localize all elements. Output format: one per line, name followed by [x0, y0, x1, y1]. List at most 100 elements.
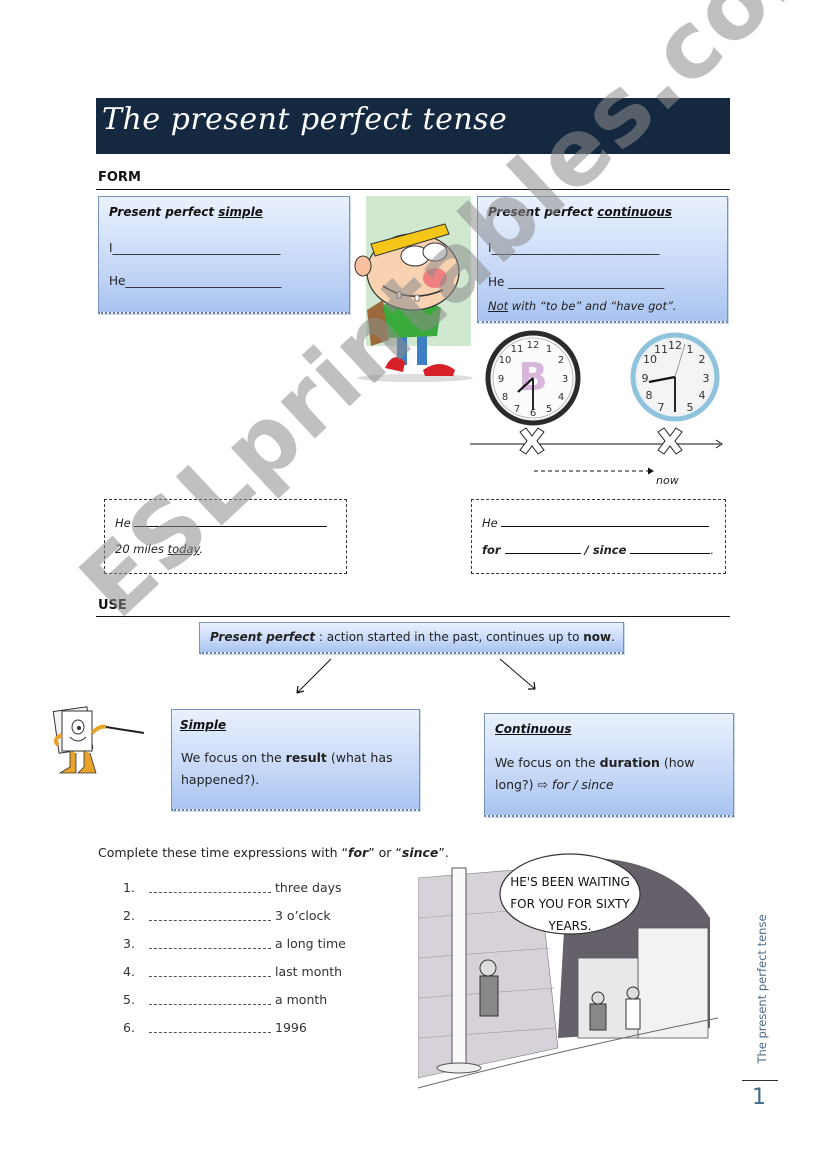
simple-example-box: He 20 miles today.	[104, 499, 347, 574]
continuous-form-title: Present perfect continuous	[488, 205, 672, 219]
note-rest: with “to be” and “have got”.	[508, 299, 677, 313]
footer-rule	[742, 1080, 778, 1081]
blank[interactable]	[501, 515, 710, 527]
use-main-emph: now	[583, 630, 612, 644]
cartoon-caption-line: YEARS.	[548, 919, 592, 933]
timeline-diagram: now	[470, 427, 723, 487]
use-main-box: Present perfect : action started in the …	[199, 622, 624, 654]
body-emph: result	[285, 750, 327, 765]
answer-blank[interactable]	[149, 909, 271, 921]
use-continuous-box: Continuous We focus on the duration (how…	[484, 713, 734, 817]
simple-form-title: Present perfect simple	[109, 205, 263, 219]
use-main-title: Present perfect	[210, 630, 316, 644]
simple-example-line2: 20 miles today.	[115, 542, 203, 556]
teacher-mascot-illustration	[52, 706, 145, 774]
simple-form-line-he[interactable]: He__________________________	[109, 274, 281, 288]
exercise-item: 5. a month	[123, 985, 403, 1013]
instruction-for: for	[348, 845, 369, 860]
for-blank[interactable]	[504, 542, 581, 554]
svg-text:2: 2	[558, 355, 564, 366]
arrow-to-simple	[296, 658, 332, 694]
running-title: The present perfect tense	[752, 912, 772, 1072]
note-emph: Not	[488, 299, 509, 313]
continuous-example-line1[interactable]: He	[482, 515, 710, 530]
answer-blank[interactable]	[149, 965, 271, 977]
answer-blank[interactable]	[149, 1021, 271, 1033]
simple-form-line-i[interactable]: I____________________________	[109, 241, 281, 255]
item-number: 4.	[123, 963, 135, 979]
line-label: He	[482, 516, 498, 530]
item-text: 3 o’clock	[275, 907, 331, 923]
since-label: / since	[584, 543, 627, 557]
svg-text:12: 12	[668, 339, 682, 352]
svg-text:3: 3	[562, 374, 568, 385]
svg-text:2: 2	[699, 353, 706, 366]
use-continuous-title: Continuous	[495, 722, 571, 736]
exercise-list: 1. three days 2. 3 o’clock 3. a long time 4…	[123, 873, 403, 1041]
svg-text:11: 11	[654, 343, 668, 356]
body-text: We focus on the	[181, 750, 286, 765]
item-text: a long time	[275, 935, 346, 951]
simple-form-title-emph: simple	[218, 205, 263, 219]
use-main-desc: : action started in the past, continues …	[315, 630, 584, 644]
svg-text:5: 5	[687, 401, 694, 414]
body-text: We focus on the	[495, 755, 600, 770]
use-simple-box: Simple We focus on the result (what has …	[171, 709, 420, 811]
since-blank[interactable]	[630, 542, 711, 554]
use-simple-body: We focus on the result (what has happene…	[181, 747, 406, 791]
continuous-form-title-prefix: Present perfect	[488, 205, 598, 219]
for-label: for	[482, 543, 501, 557]
answer-blank[interactable]	[149, 993, 271, 1005]
use-simple-title: Simple	[180, 718, 226, 732]
svg-text:1: 1	[687, 343, 694, 356]
body-italic: for / since	[551, 777, 614, 792]
use-continuous-title-text: Continuous	[495, 722, 572, 736]
cartoon-caption-line: FOR YOU FOR SIXTY	[510, 897, 630, 911]
item-text: three days	[275, 879, 342, 895]
continuous-form-line-he[interactable]: He __________________________	[488, 275, 664, 289]
svg-text:12: 12	[527, 340, 540, 351]
svg-text:11: 11	[511, 344, 524, 355]
cartoon-caption-line: HE'S BEEN WAITING	[510, 875, 630, 889]
svg-text:9: 9	[642, 372, 649, 385]
svg-text:7: 7	[658, 401, 665, 414]
form-heading: FORM	[98, 170, 141, 185]
example-emph: today	[167, 542, 200, 556]
use-continuous-body: We focus on the duration (how long?) ⇨ f…	[495, 752, 727, 796]
line-label: He	[115, 516, 131, 530]
exercise-item: 6. 1996	[123, 1013, 403, 1041]
item-number: 1.	[123, 879, 135, 895]
line-label: He	[488, 275, 505, 289]
line-end: .	[710, 543, 715, 557]
continuous-form-title-emph: continuous	[597, 205, 673, 219]
form-rule	[96, 189, 730, 190]
blank[interactable]: ____________________________	[492, 241, 660, 255]
item-number: 5.	[123, 991, 135, 1007]
item-number: 2.	[123, 907, 135, 923]
exercise-item: 4. last month	[123, 957, 403, 985]
blank[interactable]: __________________________	[125, 274, 281, 288]
exercise-item: 2. 3 o’clock	[123, 901, 403, 929]
svg-text:8: 8	[502, 392, 508, 403]
item-number: 3.	[123, 935, 135, 951]
simple-form-box: Present perfect simple I________________…	[98, 196, 350, 314]
blank[interactable]: __________________________	[504, 275, 664, 289]
waiting-cartoon-illustration: HE'S BEEN WAITING FOR YOU FOR SIXTY YEAR…	[418, 853, 718, 1089]
branch-arrows	[296, 658, 536, 694]
continuous-example-box: He for / since .	[471, 499, 726, 574]
svg-text:3: 3	[703, 372, 710, 385]
boy-illustration	[354, 223, 473, 382]
answer-blank[interactable]	[149, 937, 271, 949]
simple-form-title-prefix: Present perfect	[109, 205, 219, 219]
title-banner: The present perfect tense	[96, 98, 730, 154]
continuous-example-line2[interactable]: for / since .	[482, 542, 714, 557]
continuous-form-line-i[interactable]: I____________________________	[488, 241, 660, 255]
blank[interactable]	[134, 515, 328, 527]
item-text: a month	[275, 991, 328, 1007]
use-simple-title-text: Simple	[180, 718, 227, 732]
blank[interactable]: ____________________________	[113, 241, 281, 255]
continuous-form-note: Not with “to be” and “have got”.	[488, 299, 677, 313]
page-number: 1	[752, 1085, 766, 1110]
answer-blank[interactable]	[149, 881, 271, 893]
simple-example-line1[interactable]: He	[115, 515, 328, 530]
